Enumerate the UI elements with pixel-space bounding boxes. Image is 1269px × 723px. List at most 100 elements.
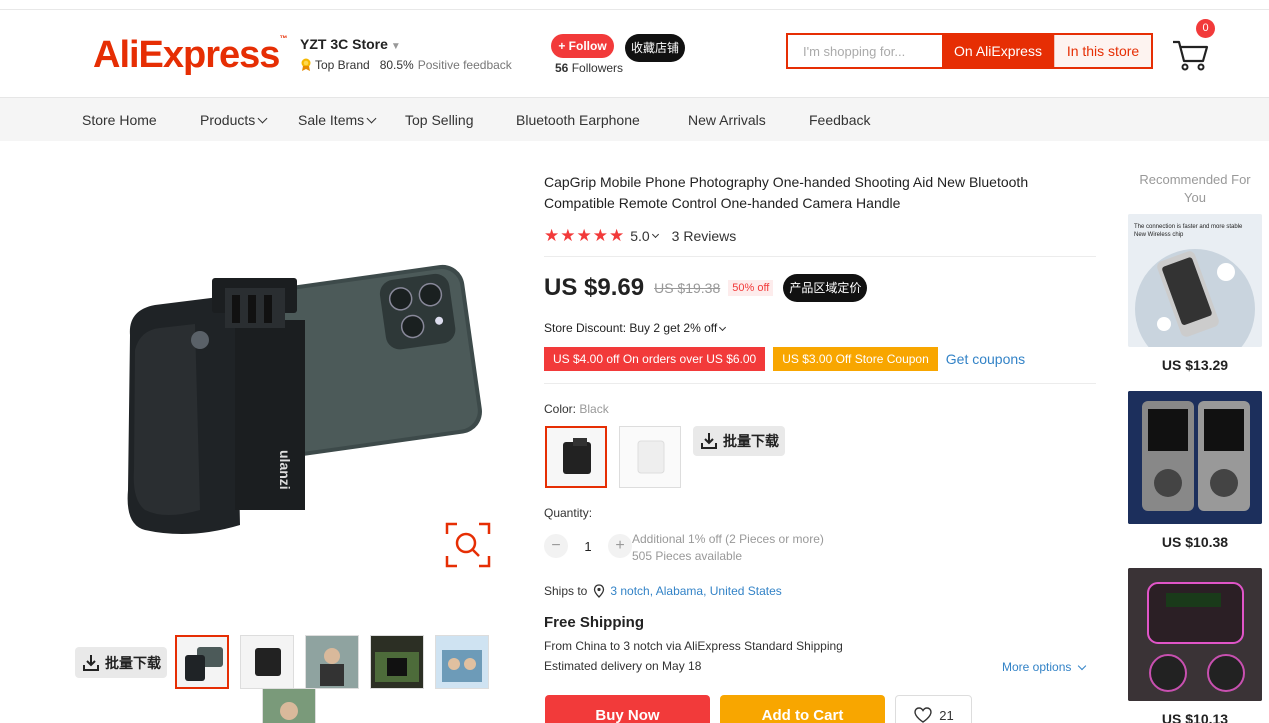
nav-products[interactable]: Products — [200, 112, 268, 128]
store-discount[interactable]: Store Discount: Buy 2 get 2% off — [544, 321, 727, 335]
download-icon — [701, 433, 717, 449]
color-label-text: Color: — [544, 402, 577, 416]
thumbnail-1[interactable] — [175, 635, 229, 689]
followers-label: Followers — [571, 61, 624, 75]
batch-download-button[interactable]: 批量下载 — [75, 647, 167, 678]
recommended-price-2: US $10.38 — [1161, 534, 1229, 550]
quantity-value[interactable]: 1 — [568, 539, 608, 554]
get-coupons-link[interactable]: Get coupons — [946, 351, 1025, 367]
divider — [544, 256, 1096, 257]
recommended-item-2[interactable] — [1128, 391, 1262, 524]
coupon-store[interactable]: US $3.00 Off Store Coupon — [773, 347, 938, 371]
product-title: CapGrip Mobile Phone Photography One-han… — [544, 174, 1029, 211]
more-options-link[interactable]: More options — [1002, 660, 1086, 674]
search-input[interactable] — [788, 35, 942, 67]
nav-label: Top Selling — [405, 112, 474, 128]
batch-download-button-2[interactable]: 批量下载 — [693, 426, 785, 456]
recommended-image — [1128, 568, 1262, 701]
top-brand-label: Top Brand — [315, 58, 370, 72]
rating-value[interactable]: 5.0 — [630, 228, 649, 244]
nav-sale-items[interactable]: Sale Items — [298, 112, 377, 128]
followers-number: 56 — [555, 61, 569, 75]
cart-icon[interactable] — [1171, 34, 1211, 74]
price: US $9.69 — [544, 274, 645, 301]
thumbnail-image — [177, 637, 227, 687]
nav-feedback[interactable]: Feedback — [809, 112, 870, 128]
feedback-label: Positive feedback — [417, 58, 512, 72]
store-meta: Top Brand 80.5% Positive feedback — [300, 58, 512, 72]
chevron-down-icon — [719, 323, 727, 332]
color-swatch-white[interactable] — [619, 426, 681, 488]
recommended-title: Recommended For You — [1139, 172, 1251, 205]
color-label: Color: Black — [544, 402, 609, 416]
recommended-price-1: US $13.29 — [1161, 357, 1229, 373]
thumbnail-4[interactable] — [370, 635, 424, 689]
thumbnail-image — [371, 636, 423, 688]
download-icon — [83, 654, 99, 671]
buy-now-button[interactable]: Buy Now — [545, 695, 710, 723]
main-product-image[interactable]: ulanzi — [100, 240, 500, 560]
decrease-button[interactable]: − — [544, 534, 568, 558]
favorite-store-button[interactable]: 收藏店铺 — [625, 34, 685, 62]
color-swatch-black[interactable] — [545, 426, 607, 488]
svg-text:ulanzi: ulanzi — [277, 450, 293, 490]
ships-to-location[interactable]: 3 notch, Alabama, United States — [610, 584, 781, 598]
chevron-down-icon — [651, 230, 659, 238]
logo-text: AliExpress — [93, 34, 280, 76]
svg-text:New Wireless chip: New Wireless chip — [1134, 232, 1184, 238]
region-pricing-badge[interactable]: 产品区域定价 — [783, 274, 868, 302]
quantity-discount-note: Additional 1% off (2 Pieces or more) — [632, 532, 824, 546]
recommended-image — [1128, 391, 1262, 524]
nav-new-arrivals[interactable]: New Arrivals — [688, 112, 766, 128]
thumbnail-image — [263, 689, 315, 723]
nav-bluetooth-earphone[interactable]: Bluetooth Earphone — [516, 112, 640, 128]
divider — [544, 383, 1096, 384]
zoom-icon[interactable] — [445, 522, 491, 568]
thumbnail-6[interactable] — [262, 688, 316, 723]
nav-store-home[interactable]: Store Home — [82, 112, 157, 128]
thumbnail-5[interactable] — [435, 635, 489, 689]
aliexpress-logo[interactable]: AliExpress™ — [93, 34, 287, 77]
search-store-button[interactable]: In this store — [1054, 35, 1151, 67]
chevron-down-icon — [1077, 661, 1086, 671]
reviews-link[interactable]: 3 Reviews — [672, 228, 737, 244]
ships-to: Ships to 3 notch, Alabama, United States — [544, 584, 782, 598]
swatch-image — [620, 427, 680, 487]
wishlist-button[interactable]: 21 — [895, 695, 972, 723]
ships-to-label: Ships to — [544, 584, 588, 598]
download-label: 批量下载 — [105, 655, 161, 672]
store-name[interactable]: YZT 3C Store ▼ — [300, 36, 401, 52]
wishlist-count: 21 — [939, 707, 954, 723]
follow-button[interactable]: + Follow — [551, 34, 614, 58]
nav-label: Bluetooth Earphone — [516, 112, 640, 128]
feedback-percent: 80.5% — [379, 58, 414, 72]
add-to-cart-button[interactable]: Add to Cart — [720, 695, 885, 723]
caret-down-icon: ▼ — [390, 41, 401, 52]
store-discount-text: Store Discount: Buy 2 get 2% off — [544, 321, 718, 335]
original-price: US $19.38 — [654, 280, 721, 296]
thumbnail-2[interactable] — [240, 635, 294, 689]
store-name-text: YZT 3C Store — [300, 36, 388, 52]
nav-label: Feedback — [809, 112, 871, 128]
estimated-delivery: Estimated delivery on May 18 — [544, 659, 702, 673]
free-shipping-label: Free Shipping — [544, 614, 645, 631]
recommended-item-3[interactable] — [1128, 568, 1262, 701]
svg-text:The connection is faster and m: The connection is faster and more stable — [1134, 224, 1243, 230]
thumbnail-image — [436, 636, 488, 688]
nav-label: Products — [200, 112, 256, 128]
more-options-label: More options — [1002, 660, 1072, 674]
followers-count: 56 Followers — [555, 61, 623, 75]
location-pin-icon — [594, 584, 605, 598]
thumbnail-3[interactable] — [305, 635, 359, 689]
coupon-orders[interactable]: US $4.00 off On orders over US $6.00 — [544, 347, 766, 371]
recommended-item-1[interactable]: The connection is faster and more stable… — [1128, 214, 1262, 347]
thumbnail-image — [306, 636, 358, 688]
nav-top-selling[interactable]: Top Selling — [405, 112, 474, 128]
heart-icon — [914, 707, 932, 723]
recommended-image: The connection is faster and more stable… — [1128, 214, 1262, 347]
shipping-route: From China to 3 notch via AliExpress Sta… — [544, 639, 843, 653]
nav-label: Store Home — [82, 112, 157, 128]
header: AliExpress™ YZT 3C Store ▼ Top Brand 80.5… — [0, 10, 1269, 98]
increase-button[interactable]: + — [608, 534, 632, 558]
search-aliexpress-button[interactable]: On AliExpress — [942, 35, 1054, 67]
